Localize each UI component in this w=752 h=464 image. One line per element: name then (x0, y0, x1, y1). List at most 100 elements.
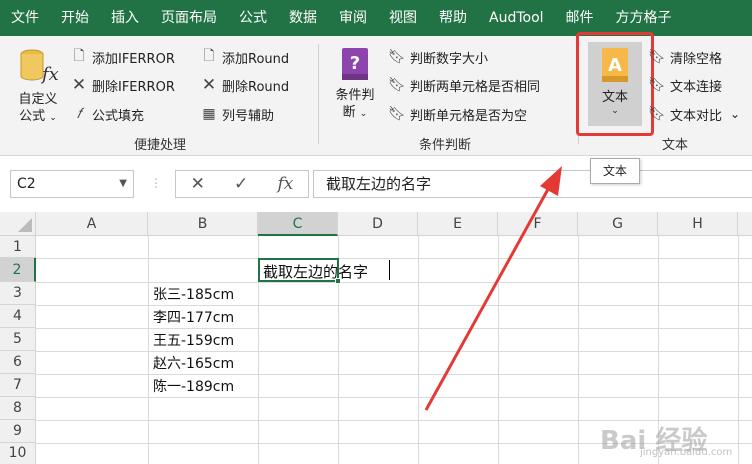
watermark-url: jingyan.baidu.com (640, 447, 733, 458)
fill-handle[interactable] (335, 278, 341, 284)
menu-review[interactable]: 审阅 (328, 0, 378, 36)
text-button[interactable]: A 文本 ⌄ (588, 42, 642, 126)
svg-text:A: A (608, 55, 622, 76)
judge-size-button[interactable]: 🔖︎ 判断数字大小 (388, 46, 488, 68)
menu-formulas[interactable]: 公式 (228, 0, 278, 36)
custom-formula-label-1: 自定义 (18, 92, 58, 107)
bookmark-icon: 🔖︎ (648, 77, 666, 93)
svg-text:?: ? (350, 53, 360, 74)
select-all-triangle-icon (18, 218, 32, 232)
formula-input[interactable]: 截取左边的名字 (313, 170, 752, 198)
row-header-4[interactable]: 4 (0, 305, 36, 328)
ribbon: fx 自定义 公式 ⌄ 🗋 添加IFERROR ✕ 删除IFERROR 𝑓 公式… (0, 32, 752, 156)
menu-mail[interactable]: 邮件 (555, 0, 605, 36)
svg-text:fx: fx (40, 64, 59, 85)
judge-same-button[interactable]: 🔖︎ 判断两单元格是否相同 (388, 74, 540, 96)
name-box-value: C2 (17, 176, 36, 192)
cell-b6[interactable]: 赵六-165cm (153, 353, 234, 373)
cell-b3[interactable]: 张三-185cm (153, 284, 234, 304)
menu-audtool[interactable]: AudTool (478, 0, 555, 36)
cell-b7[interactable]: 陈一-189cm (153, 376, 234, 396)
judge-same-label: 判断两单元格是否相同 (410, 79, 541, 95)
judge-empty-label: 判断单元格是否为空 (410, 108, 528, 124)
database-fx-icon: fx (20, 49, 59, 85)
group-label-text: 文本 (661, 138, 688, 153)
add-iferror-button[interactable]: 🗋 添加IFERROR (70, 46, 175, 68)
cross-icon: ✕ (71, 75, 87, 95)
row-header-6[interactable]: 6 (0, 351, 36, 374)
menu-home[interactable]: 开始 (50, 0, 100, 36)
condition-judge-button[interactable]: ? 条件判 断 ⌄ (328, 46, 382, 123)
menu-file[interactable]: 文件 (0, 0, 50, 36)
cancel-icon[interactable]: ✕ (191, 174, 205, 194)
add-round-button[interactable]: 🗋 添加Round (200, 46, 289, 68)
bookmark-icon: 🔖︎ (388, 106, 406, 122)
menu-data[interactable]: 数据 (278, 0, 328, 36)
cell-b4[interactable]: 李四-177cm (153, 307, 234, 327)
column-header-g[interactable]: G (578, 212, 658, 236)
column-header-c[interactable]: C (258, 212, 338, 236)
group-label-condition: 条件判断 (418, 138, 471, 153)
chevron-down-icon: ⌄ (49, 113, 57, 123)
row-header-3[interactable]: 3 (0, 282, 36, 305)
menu-bar: 文件 开始 插入 页面布局 公式 数据 审阅 视图 帮助 AudTool 邮件 … (0, 0, 752, 36)
col-helper-button[interactable]: ▦ 列号辅助 (200, 103, 274, 125)
column-header-h[interactable]: H (658, 212, 738, 236)
confirm-icon[interactable]: ✓ (234, 174, 248, 194)
chevron-down-icon[interactable]: ▼ (119, 171, 127, 197)
clear-space-button[interactable]: 🔖︎ 清除空格 (648, 46, 722, 68)
col-helper-label: 列号辅助 (222, 108, 275, 124)
question-book-icon: ? (342, 48, 368, 80)
grid-line (36, 397, 752, 398)
del-round-button[interactable]: ✕ 删除Round (200, 74, 289, 96)
active-cell-border (258, 258, 341, 284)
menu-help[interactable]: 帮助 (428, 0, 478, 36)
column-header-b[interactable]: B (148, 212, 258, 236)
grid-line (578, 236, 579, 464)
formula-fill-icon: 𝑓 (76, 106, 82, 122)
column-header-d[interactable]: D (338, 212, 418, 236)
del-round-label: 删除Round (222, 79, 290, 95)
add-round-label: 添加Round (222, 51, 290, 67)
text-button-label: 文本 (601, 90, 628, 105)
judge-size-label: 判断数字大小 (410, 51, 489, 67)
judge-empty-button[interactable]: 🔖︎ 判断单元格是否为空 (388, 103, 527, 125)
drag-handle-icon[interactable]: ⋮ (150, 176, 162, 190)
add-document-icon: 🗋 (203, 48, 215, 64)
fill-formula-button[interactable]: 𝑓 公式填充 (70, 103, 144, 125)
select-all-corner[interactable] (0, 212, 36, 236)
row-header-1[interactable]: 1 (0, 236, 36, 258)
column-header-f[interactable]: F (498, 212, 578, 236)
clear-space-label: 清除空格 (670, 51, 723, 67)
row-header-7[interactable]: 7 (0, 374, 36, 397)
grid-line (36, 305, 752, 306)
row-header-2[interactable]: 2 (0, 258, 36, 282)
del-iferror-button[interactable]: ✕ 删除IFERROR (70, 74, 175, 96)
del-iferror-label: 删除IFERROR (92, 79, 175, 95)
table-grid-icon: ▦ (202, 106, 216, 122)
text-concat-button[interactable]: 🔖︎ 文本连接 (648, 74, 722, 96)
row-header-8[interactable]: 8 (0, 397, 36, 420)
menu-page-layout[interactable]: 页面布局 (150, 0, 228, 36)
text-concat-label: 文本连接 (670, 79, 723, 95)
custom-formula-button[interactable]: fx 自定义 公式 ⌄ (12, 46, 64, 127)
cross-icon: ✕ (201, 75, 217, 95)
grid-line (36, 328, 752, 329)
group-label-quick: 便捷处理 (133, 138, 186, 153)
name-box[interactable]: C2 ▼ (10, 170, 134, 198)
grid-line (418, 236, 419, 464)
chevron-down-icon: ⌄ (611, 106, 619, 116)
row-header-9[interactable]: 9 (0, 420, 36, 443)
row-header-10[interactable]: 10 (0, 443, 36, 464)
text-compare-button[interactable]: 🔖︎ 文本对比 ⌄ (648, 103, 740, 125)
expand-arrow-icon[interactable]: ⌄ (730, 107, 740, 121)
grid-line (738, 236, 739, 464)
menu-insert[interactable]: 插入 (100, 0, 150, 36)
column-header-a[interactable]: A (36, 212, 148, 236)
menu-view[interactable]: 视图 (378, 0, 428, 36)
row-header-5[interactable]: 5 (0, 328, 36, 351)
menu-fangfang[interactable]: 方方格子 (605, 0, 683, 36)
cell-b5[interactable]: 王五-159cm (153, 330, 234, 350)
column-header-e[interactable]: E (418, 212, 498, 236)
insert-function-icon[interactable]: fx (278, 174, 294, 194)
